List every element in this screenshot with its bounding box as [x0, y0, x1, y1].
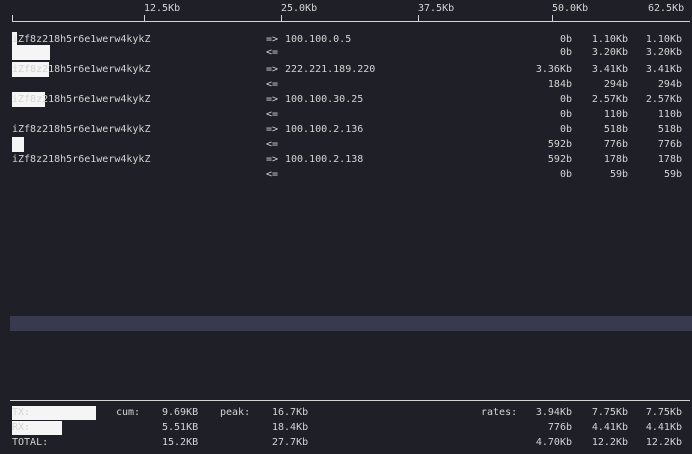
host-name: iZf8z218h5r6e1werw4kykZ — [12, 64, 151, 75]
rate-2s: 0b — [559, 124, 572, 135]
traffic-bar-in — [12, 45, 50, 60]
connection-row-in[interactable]: <= 0b 59b 59b — [0, 167, 692, 182]
rate-10s: 776b — [603, 139, 628, 150]
total-rate-10s: 12.2Kb — [591, 437, 628, 448]
rate-10s: 3.41Kb — [591, 64, 628, 75]
tx-rate-10s: 7.75Kb — [591, 407, 628, 418]
rate-10s: 110b — [603, 109, 628, 120]
connection-row-out[interactable]: iZf8z218h5r6e1werw4kykZ => 100.100.30.25… — [0, 92, 692, 107]
rx-peak-value: 18.4Kb — [272, 422, 309, 433]
peak-label: peak: — [220, 407, 251, 418]
connection-row-in[interactable]: <= 0b 110b 110b — [0, 107, 692, 122]
rate-2s: 592b — [547, 139, 572, 150]
rate-2s: 0b — [559, 94, 572, 105]
rate-40s: 3.20Kb — [645, 47, 682, 58]
connection-row-in[interactable]: <= 184b 294b 294b — [0, 77, 692, 92]
rate-40s: 776b — [657, 139, 682, 150]
peer-address: 100.100.30.25 — [285, 94, 364, 105]
rate-40s: 518b — [657, 124, 682, 135]
rate-40s: 59b — [663, 169, 682, 180]
connection-row-out[interactable]: iZf8z218h5r6e1werw4kykZ => 100.100.2.136… — [0, 122, 692, 137]
connection-row-in[interactable]: <= 592b 776b 776b — [0, 137, 692, 152]
rate-40s: 294b — [657, 79, 682, 90]
scale-label-50kb: 50.0Kb — [552, 3, 589, 14]
scale-label-62-5kb: 62.5Kb — [648, 3, 685, 14]
host-name: iZf8z218h5r6e1werw4kykZ — [12, 124, 151, 135]
rate-2s: 0b — [559, 169, 572, 180]
direction-out-arrow: => — [266, 94, 279, 105]
traffic-bar-in — [12, 137, 24, 152]
rx-rate-2s: 776b — [547, 422, 572, 433]
total-cum-value: 15.2KB — [162, 437, 199, 448]
cum-label: cum: — [116, 407, 141, 418]
scale-label-37-5kb: 37.5Kb — [418, 3, 455, 14]
scale-axis-line — [12, 21, 690, 22]
tx-peak-value: 16.7Kb — [272, 407, 309, 418]
tx-label: TX: — [12, 407, 31, 418]
tx-rate-2s: 3.94Kb — [535, 407, 572, 418]
direction-in-arrow: <= — [266, 169, 279, 180]
peer-address: 222.221.189.220 — [285, 64, 376, 75]
rate-10s: 2.57Kb — [591, 94, 628, 105]
direction-out-arrow: => — [266, 124, 279, 135]
direction-in-arrow: <= — [266, 109, 279, 120]
rate-40s: 2.57Kb — [645, 94, 682, 105]
rate-40s: 3.41Kb — [645, 64, 682, 75]
direction-out-arrow: => — [266, 64, 279, 75]
rx-rate-10s: 4.41Kb — [591, 422, 628, 433]
rx-cum-value: 5.51KB — [162, 422, 199, 433]
total-rate-40s: 12.2Kb — [645, 437, 682, 448]
connection-row-out[interactable]: iZf8z218h5r6e1werw4kykZ => 222.221.189.2… — [0, 62, 692, 77]
rate-10s: 59b — [609, 169, 628, 180]
rate-40s: 178b — [657, 154, 682, 165]
rx-label: RX: — [12, 422, 31, 433]
rate-40s: 110b — [657, 109, 682, 120]
scale-label-12-5kb: 12.5Kb — [144, 3, 181, 14]
total-rate-2s: 4.70Kb — [535, 437, 572, 448]
tx-rate-40s: 7.75Kb — [645, 407, 682, 418]
total-peak-value: 27.7Kb — [272, 437, 309, 448]
rate-2s: 0b — [559, 47, 572, 58]
tx-cum-value: 9.69KB — [162, 407, 199, 418]
host-name: iZf8z218h5r6e1werw4kykZ — [12, 94, 151, 105]
host-name: iZf8z218h5r6e1werw4kykZ — [12, 154, 151, 165]
scale-label-25kb: 25.0Kb — [281, 3, 318, 14]
footer-separator — [10, 400, 690, 401]
direction-in-arrow: <= — [266, 47, 279, 58]
connection-row-out[interactable]: iZf8z218h5r6e1werw4kykZ => 100.100.2.138… — [0, 152, 692, 167]
rate-10s: 518b — [603, 124, 628, 135]
rate-10s: 3.20Kb — [591, 47, 628, 58]
rate-10s: 178b — [603, 154, 628, 165]
rx-rate-40s: 4.41Kb — [645, 422, 682, 433]
rate-2s: 592b — [547, 154, 572, 165]
direction-out-arrow: => — [266, 154, 279, 165]
bandwidth-scale: 12.5Kb 25.0Kb 37.5Kb 50.0Kb 62.5Kb — [0, 0, 692, 24]
peer-address: 100.100.2.138 — [285, 154, 364, 165]
selection-highlight-row[interactable] — [10, 316, 692, 331]
direction-in-arrow: <= — [266, 79, 279, 90]
peer-address: 100.100.2.136 — [285, 124, 364, 135]
connection-row-in[interactable]: <= 0b 3.20Kb 3.20Kb — [0, 45, 692, 60]
rate-10s: 294b — [603, 79, 628, 90]
rate-2s: 0b — [559, 109, 572, 120]
rate-2s: 184b — [547, 79, 572, 90]
rate-2s: 3.36Kb — [535, 64, 572, 75]
total-label: TOTAL: — [12, 437, 49, 448]
direction-in-arrow: <= — [266, 139, 279, 150]
